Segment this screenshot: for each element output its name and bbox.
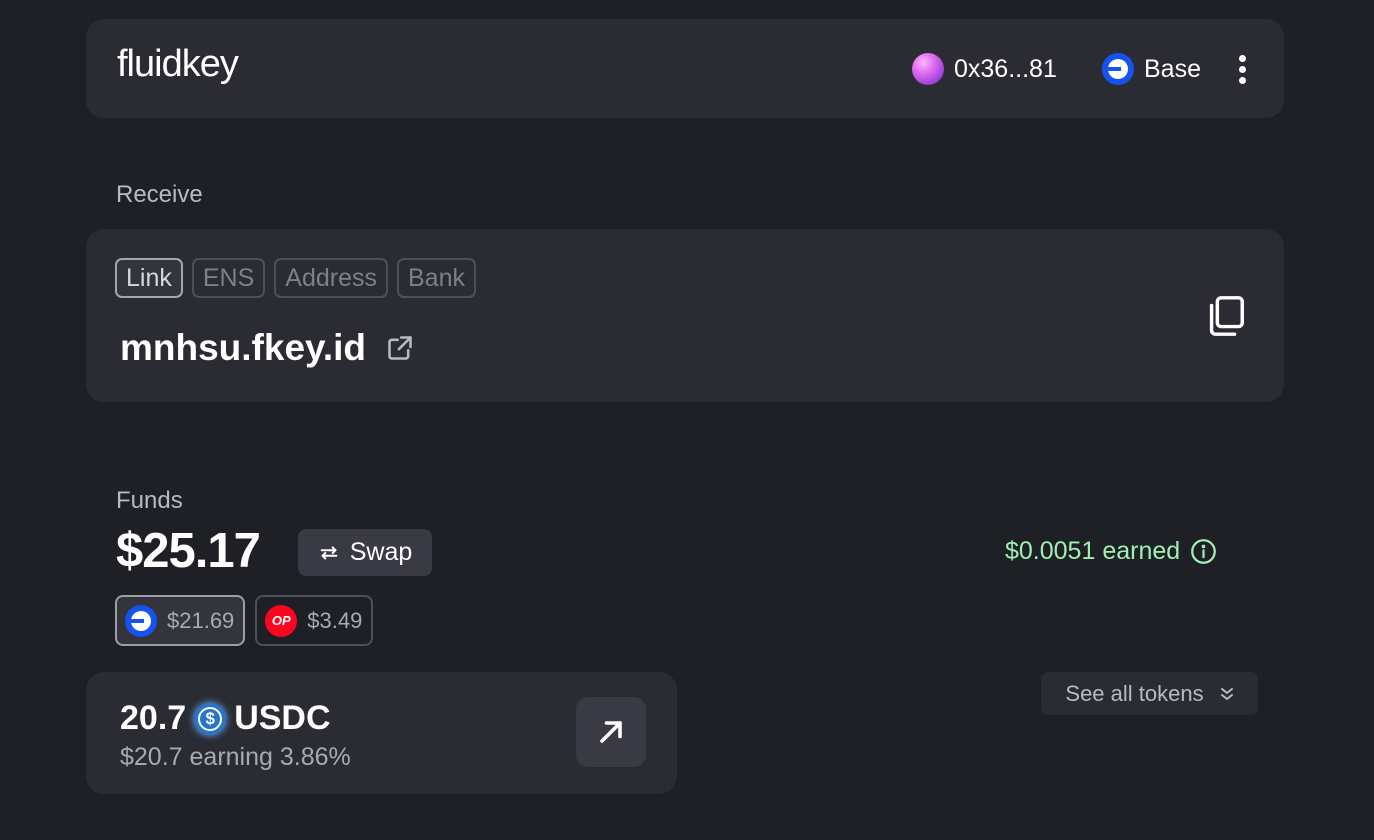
token-symbol: USDC — [234, 699, 331, 737]
funds-section-label: Funds — [116, 487, 183, 514]
token-row-usdc[interactable]: 20.7 $ USDC $20.7 earning 3.86% — [86, 672, 677, 794]
network-selector[interactable]: Base — [1102, 53, 1201, 85]
receive-link-text: mnhsu.fkey.id — [120, 327, 367, 368]
base-network-icon — [125, 604, 157, 637]
usdc-icon: $ — [194, 702, 227, 735]
tab-link[interactable]: Link — [115, 258, 183, 298]
wallet-avatar-icon — [912, 53, 944, 85]
earned-info[interactable]: $0.0051 earned — [1005, 537, 1217, 566]
tab-bank[interactable]: Bank — [397, 258, 476, 298]
swap-button[interactable]: Swap — [298, 529, 432, 576]
arrow-up-right-icon — [600, 721, 622, 743]
receive-card: Link ENS Address Bank mnhsu.fkey.id — [86, 229, 1284, 402]
token-earning-text: $20.7 earning 3.86% — [120, 743, 351, 771]
network-name: Base — [1144, 54, 1201, 83]
chain-amount: $3.49 — [307, 607, 363, 633]
more-vertical-icon[interactable] — [1236, 55, 1250, 85]
chain-chip-op[interactable]: OP $3.49 — [255, 595, 374, 646]
receive-link-row: mnhsu.fkey.id — [120, 327, 414, 369]
chevrons-down-icon — [1220, 687, 1233, 700]
send-token-button[interactable] — [576, 697, 646, 767]
swap-label: Swap — [349, 538, 413, 566]
earned-text: $0.0051 earned — [1005, 537, 1181, 565]
chain-chip-base[interactable]: $21.69 — [115, 595, 246, 646]
receive-tabs: Link ENS Address Bank — [115, 258, 476, 298]
fluidkey-logo[interactable]: fluidkey — [117, 43, 239, 86]
chain-balance-chips: $21.69 OP $3.49 — [115, 595, 374, 646]
see-all-tokens-button[interactable]: See all tokens — [1041, 672, 1258, 715]
base-network-icon — [1102, 53, 1134, 85]
chain-amount: $21.69 — [167, 607, 235, 633]
see-all-label: See all tokens — [1065, 680, 1204, 706]
copy-icon[interactable] — [1202, 293, 1248, 339]
receive-section-label: Receive — [116, 181, 203, 208]
tab-address[interactable]: Address — [274, 258, 388, 298]
wallet-button[interactable]: 0x36...81 — [912, 53, 1057, 85]
wallet-address: 0x36...81 — [954, 54, 1057, 83]
token-amount: 20.7 — [120, 699, 187, 737]
tab-ens[interactable]: ENS — [191, 258, 266, 298]
app-header: fluidkey 0x36...81 Base — [86, 19, 1284, 118]
optimism-network-icon: OP — [265, 604, 298, 637]
external-link-icon[interactable] — [386, 334, 414, 362]
token-amount-row: 20.7 $ USDC — [120, 699, 331, 738]
swap-arrows-icon — [320, 545, 338, 560]
info-icon — [1191, 539, 1217, 564]
total-balance: $25.17 — [116, 524, 261, 578]
